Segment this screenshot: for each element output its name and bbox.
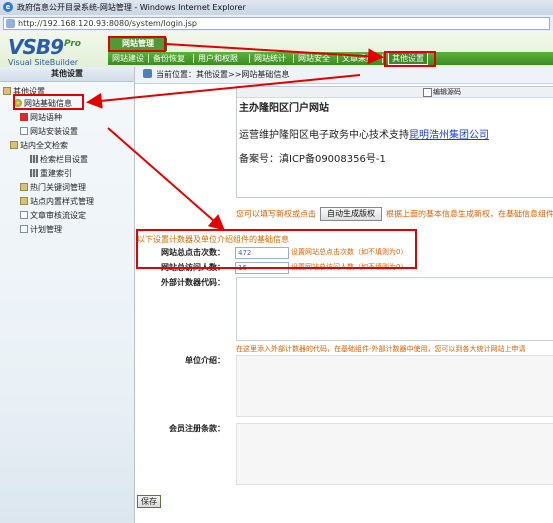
window-titlebar: e 政府信息公开目录系统-网站管理 - Windows Internet Exp… — [0, 0, 553, 16]
sidebar-item-search-columns[interactable]: 检索栏目设置 — [30, 154, 88, 165]
page-icon — [20, 225, 28, 233]
main-nav: 网站建设 备份恢复 用户和权限 网站统计 网站安全 文章采集 其他设置 — [108, 52, 553, 65]
folder-icon — [20, 197, 28, 205]
app-header: VSB9 Pro Visual SiteBuilder 网站管理 网站建设 备份… — [0, 31, 553, 67]
save-button[interactable]: 保存 — [137, 495, 161, 508]
url-field[interactable]: http://192.168.120.93:8080/system/login.… — [3, 17, 550, 30]
external-counter-hint: 在这里添入外部计数器的代码，在基础组件-外部计数器中使用，您可以到各大统计网站上… — [236, 345, 526, 353]
window-title: 政府信息公开目录系统-网站管理 - Windows Internet Explo… — [17, 3, 246, 12]
grid-icon — [30, 155, 38, 163]
copyright-line-support: 运营维护隆阳区电子政务中心技术支持昆明浩州集团公司 — [239, 130, 489, 141]
auto-generate-copyright-button[interactable]: 自动生成版权 — [320, 207, 382, 221]
sidebar-item-builtin-styles[interactable]: 站点内置样式管理 — [20, 196, 94, 207]
flag-icon — [20, 113, 28, 121]
nav-item-security[interactable]: 网站安全 — [298, 52, 330, 65]
sidebar-item-fulltext-search[interactable]: 站内全文检索 — [10, 140, 68, 151]
folder-icon — [3, 87, 11, 95]
page-favicon-icon — [6, 19, 15, 28]
support-company-link[interactable]: 昆明浩州集团公司 — [409, 130, 489, 141]
annotation-box-counter-section — [136, 229, 417, 269]
sidebar-item-language[interactable]: 网站语种 — [20, 112, 62, 123]
unit-intro-textarea[interactable] — [236, 355, 553, 417]
editor-toolbar: 编辑源码 — [237, 87, 553, 98]
nav-item-backup[interactable]: 备份恢复 — [153, 52, 185, 65]
annotation-box-other-settings — [384, 51, 436, 67]
sidebar: 其他设置 其他设置 网站基础信息 网站语种 网站安装设置 站内全文检索 检索栏目… — [0, 67, 135, 523]
external-counter-label: 外部计数器代码： — [161, 278, 225, 287]
page-icon — [20, 127, 28, 135]
member-terms-textarea[interactable] — [236, 423, 553, 485]
location-icon — [143, 69, 152, 78]
source-mode-label: 编辑源码 — [433, 88, 461, 96]
auto-copyright-row: 您可以填写新权或点击 自动生成版权 根据上面的基本信息生成新权，在基础信息组件中 — [236, 207, 553, 221]
nav-item-site-build[interactable]: 网站建设 — [112, 52, 144, 65]
main-content: 当前位置：其他设置>>网站基础信息 编辑源码 主办隆阳区门户网站 运营维护隆阳区… — [135, 67, 553, 523]
external-counter-textarea[interactable] — [236, 277, 553, 341]
folder-icon — [10, 141, 18, 149]
nav-item-stats[interactable]: 网站统计 — [254, 52, 286, 65]
vsb-logo: VSB9 Pro Visual SiteBuilder — [8, 35, 81, 67]
nav-item-users[interactable]: 用户和权限 — [198, 52, 238, 65]
sidebar-item-install-settings[interactable]: 网站安装设置 — [20, 126, 78, 137]
copyright-editor[interactable]: 编辑源码 主办隆阳区门户网站 运营维护隆阳区电子政务中心技术支持昆明浩州集团公司… — [236, 86, 553, 198]
grid-icon — [30, 169, 38, 177]
sidebar-item-review-flow[interactable]: 文章审核流设定 — [20, 210, 86, 221]
page-icon — [20, 211, 28, 219]
unit-intro-label: 单位介绍： — [185, 356, 225, 365]
sidebar-title: 其他设置 — [0, 67, 134, 82]
copyright-line-sponsor: 主办隆阳区门户网站 — [239, 103, 329, 114]
breadcrumb: 当前位置：其他设置>>网站基础信息 — [135, 67, 553, 84]
member-terms-label: 会员注册条款： — [169, 424, 225, 433]
folder-icon — [20, 183, 28, 191]
annotation-box-top-tab — [108, 36, 166, 52]
copyright-line-icp: 备案号：滇ICP备09008356号-1 — [239, 154, 386, 165]
sidebar-item-rebuild-index[interactable]: 重建索引 — [30, 168, 72, 179]
ie-logo-icon: e — [3, 2, 13, 12]
sidebar-item-hot-keywords[interactable]: 热门关键词管理 — [20, 182, 86, 193]
annotation-box-basic-info — [13, 94, 84, 110]
sidebar-item-plan-management[interactable]: 计划管理 — [20, 224, 62, 235]
source-mode-checkbox[interactable] — [423, 88, 432, 97]
url-text: http://192.168.120.93:8080/system/login.… — [18, 19, 197, 28]
nav-item-collect[interactable]: 文章采集 — [342, 52, 374, 65]
address-bar: http://192.168.120.93:8080/system/login.… — [0, 15, 553, 32]
